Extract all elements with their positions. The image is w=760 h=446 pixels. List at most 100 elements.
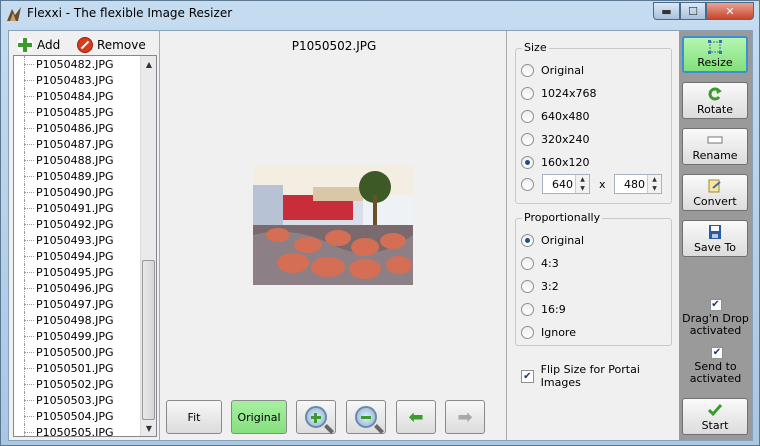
file-list-item[interactable]: P1050488.JPG [14, 152, 144, 168]
radio-icon[interactable] [521, 325, 534, 339]
size-group-title: Size [522, 41, 549, 54]
file-list-item[interactable]: P1050494.JPG [14, 248, 144, 264]
tree-line-icon [14, 408, 36, 424]
radio-icon[interactable] [521, 177, 534, 191]
file-name: P1050485.JPG [36, 105, 114, 119]
custom-height-input[interactable]: 480 ▲ ▼ [614, 174, 662, 194]
file-list-item[interactable]: P1050493.JPG [14, 232, 144, 248]
file-list-item[interactable]: P1050484.JPG [14, 88, 144, 104]
rename-icon [707, 136, 723, 144]
zoom-in-button[interactable] [296, 400, 336, 434]
file-name: P1050502.JPG [36, 377, 114, 391]
close-button[interactable]: ✕ [706, 2, 754, 20]
size-option-160x120[interactable]: 160x120 [521, 154, 590, 170]
scroll-thumb[interactable] [142, 260, 155, 420]
zoom-out-button[interactable] [346, 400, 386, 434]
spinner-arrows-icon[interactable]: ▲ ▼ [647, 175, 661, 193]
start-button[interactable]: Start [682, 398, 748, 435]
previous-button[interactable]: ⬅ [396, 400, 436, 434]
radio-selected-icon[interactable] [521, 233, 534, 247]
file-name: P1050499.JPG [36, 329, 114, 343]
file-list-item[interactable]: P1050486.JPG [14, 120, 144, 136]
app-window: Flexxi - The flexible Image Resizer ▬ ☐ … [0, 0, 760, 446]
checkmark-icon[interactable]: ✔ [711, 347, 723, 359]
add-label: Add [37, 38, 61, 52]
file-list-item[interactable]: P1050492.JPG [14, 216, 144, 232]
file-list-item[interactable]: P1050498.JPG [14, 312, 144, 328]
proportion-option-4-3[interactable]: 4:3 [521, 255, 559, 271]
rename-button[interactable]: Rename [682, 128, 748, 165]
remove-button[interactable]: Remove [77, 35, 146, 55]
minimize-button[interactable]: ▬ [653, 2, 680, 20]
radio-icon[interactable] [521, 63, 534, 77]
file-list-item[interactable]: P1050495.JPG [14, 264, 144, 280]
arrow-left-icon: ⬅ [408, 406, 424, 428]
proportion-option-16-9[interactable]: 16:9 [521, 301, 566, 317]
checkmark-icon[interactable]: ✔ [709, 299, 722, 311]
file-list-item[interactable]: P1050483.JPG [14, 72, 144, 88]
scroll-down-icon[interactable]: ▼ [141, 420, 156, 436]
file-list-item[interactable]: P1050482.JPG [14, 56, 144, 72]
size-option-320x240[interactable]: 320x240 [521, 131, 590, 147]
dragdrop-toggle[interactable]: ✔ Drag'n Drop activated [679, 299, 752, 337]
original-size-button[interactable]: Original [231, 400, 287, 434]
file-list[interactable]: P1050505.JPG P1050504.JPG P1050503.JPG P105… [13, 55, 157, 437]
file-list-item[interactable]: P1050504.JPG [14, 408, 144, 424]
file-list-item[interactable]: P1050500.JPG [14, 344, 144, 360]
file-list-item[interactable]: P1050485.JPG [14, 104, 144, 120]
add-button[interactable]: Add [17, 35, 60, 55]
radio-icon[interactable] [521, 109, 534, 123]
size-option-1024x768[interactable]: 1024x768 [521, 85, 597, 101]
file-name: P1050488.JPG [36, 153, 114, 167]
scroll-up-icon[interactable]: ▲ [141, 56, 156, 72]
file-list-item[interactable]: P1050499.JPG [14, 328, 144, 344]
size-option-original[interactable]: Original [521, 62, 584, 78]
radio-icon[interactable] [521, 86, 534, 100]
maximize-button[interactable]: ☐ [680, 2, 706, 20]
size-option-custom[interactable] [521, 176, 541, 192]
size-option-640x480[interactable]: 640x480 [521, 108, 590, 124]
file-list-item[interactable]: P1050496.JPG [14, 280, 144, 296]
file-list-item[interactable]: P1050497.JPG [14, 296, 144, 312]
resize-button[interactable]: Resize [682, 36, 748, 73]
fit-button[interactable]: Fit [166, 400, 222, 434]
radio-icon[interactable] [521, 279, 534, 293]
convert-button[interactable]: Convert [682, 174, 748, 211]
file-list-item[interactable]: P1050503.JPG [14, 392, 144, 408]
flip-portrait-checkbox[interactable]: ✔ Flip Size for Portai Images [521, 363, 679, 389]
radio-icon[interactable] [521, 256, 534, 270]
checkmark-icon[interactable]: ✔ [521, 369, 534, 383]
radio-selected-icon[interactable] [521, 155, 534, 169]
next-button[interactable]: ➡ [445, 400, 485, 434]
proportion-option-3-2[interactable]: 3:2 [521, 278, 559, 294]
proportion-option-original[interactable]: Original [521, 232, 584, 248]
spinner-arrows-icon[interactable]: ▲ ▼ [575, 175, 589, 193]
file-list-item[interactable]: P1050489.JPG [14, 168, 144, 184]
rotate-label: Rotate [696, 103, 733, 116]
custom-width-value: 640 [552, 177, 573, 191]
file-list-scrollbar[interactable]: ▲ ▼ [140, 56, 156, 436]
file-list-item[interactable]: P1050487.JPG [14, 136, 144, 152]
proportion-option-label: Original [541, 233, 585, 247]
tree-line-icon [14, 232, 36, 248]
radio-icon[interactable] [521, 132, 534, 146]
rotate-button[interactable]: Rotate [682, 82, 748, 119]
file-list-item[interactable]: P1050501.JPG [14, 360, 144, 376]
file-list-item[interactable]: P1050491.JPG [14, 200, 144, 216]
file-list-item[interactable]: P1050490.JPG [14, 184, 144, 200]
radio-icon[interactable] [521, 302, 534, 316]
zoom-in-icon [305, 406, 327, 428]
proportion-option-ignore[interactable]: Ignore [521, 324, 576, 340]
file-list-item[interactable]: P1050502.JPG [14, 376, 144, 392]
zoom-out-icon [355, 406, 377, 428]
save-to-button[interactable]: Save To [682, 220, 748, 257]
dragdrop-label-2: activated [689, 324, 742, 337]
tree-line-icon [14, 392, 36, 408]
file-list-item[interactable]: P1050505.JPG [14, 424, 144, 436]
size-option-label: 320x240 [541, 132, 590, 146]
sendto-toggle[interactable]: ✔ Send to activated [679, 347, 752, 385]
title-bar[interactable]: Flexxi - The flexible Image Resizer ▬ ☐ … [1, 1, 759, 27]
custom-width-input[interactable]: 640 ▲ ▼ [542, 174, 590, 194]
file-name: P1050490.JPG [36, 185, 114, 199]
preview-image [253, 165, 413, 285]
